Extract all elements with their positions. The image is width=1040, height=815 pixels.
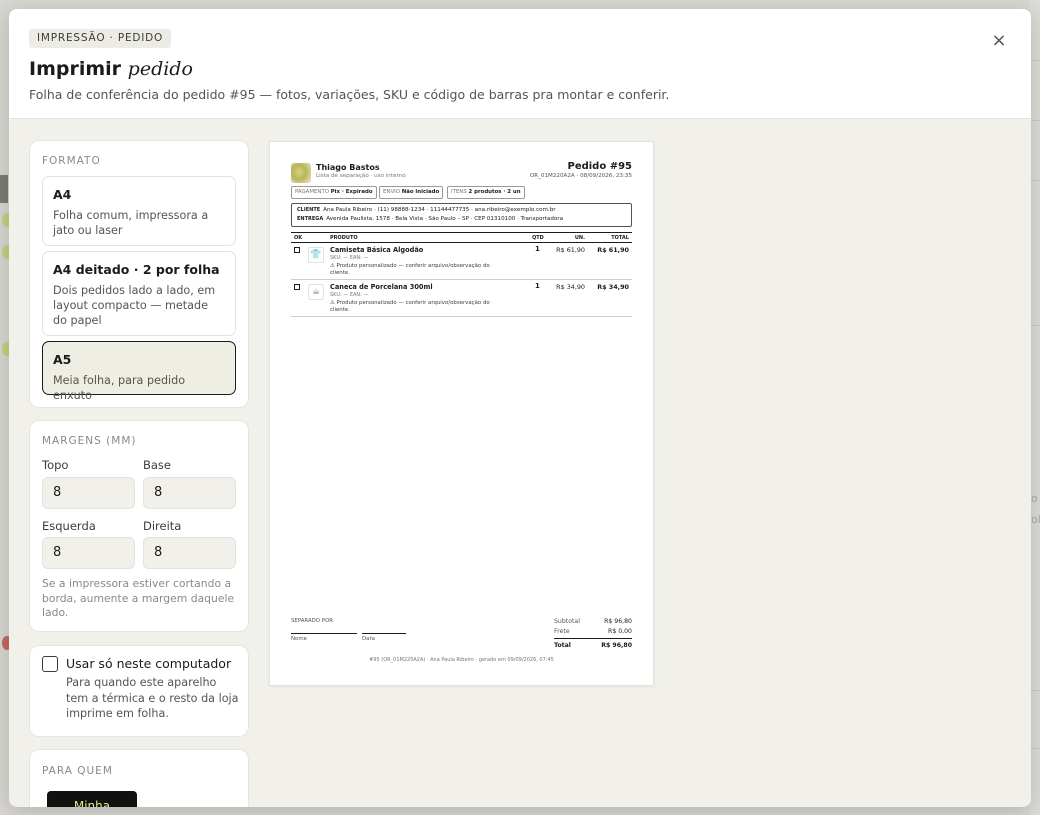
col-qty: QTD	[532, 234, 544, 241]
margin-right-label: Direita	[143, 519, 182, 533]
local-only-card: Usar só neste computador Para quando est…	[29, 645, 249, 737]
shipping-label: Frete	[554, 628, 570, 635]
col-unit: UN.	[574, 234, 585, 241]
local-only-label[interactable]: Usar só neste computador	[66, 656, 231, 671]
item-name: Caneca de Porcelana 300ml	[330, 283, 433, 291]
audience-option-mine[interactable]: Minha	[47, 791, 137, 807]
margins-hint: Se a impressora estiver cortando a borda…	[42, 577, 235, 619]
order-subtitle: OR_01M220A2A · 08/09/2026, 23:35	[529, 173, 632, 179]
modal-header: IMPRESSÃO · PEDIDO Imprimir pedido Folha…	[9, 9, 1031, 119]
tag-value: Não iniciado	[401, 189, 440, 195]
audience-card: PARA QUEM Minha	[29, 749, 249, 807]
item-total: R$ 34,90	[597, 283, 629, 291]
item-note: ⚠ Produto personalizado — conferir arqui…	[330, 300, 490, 313]
delivery-value: Avenida Paulista, 1578 · Bela Vista · Sã…	[326, 216, 564, 222]
store-subtitle: Lista de separação · uso interno	[316, 173, 406, 179]
item-sku: SKU: — EAN: —	[330, 255, 369, 261]
local-only-desc: Para quando este aparelho tem a térmica …	[66, 676, 239, 720]
order-title: Pedido #95	[567, 161, 632, 172]
col-total: TOTAL	[611, 234, 629, 241]
margin-left-input[interactable]: 8	[42, 537, 135, 569]
item-unit-price: R$ 34,90	[556, 283, 585, 291]
margin-bottom-label: Base	[143, 458, 172, 472]
format-option-title: A4	[53, 187, 72, 202]
tag-value: 2 produtos · 2 un	[468, 189, 521, 195]
subtotal-value: R$ 96,80	[604, 618, 632, 625]
total-divider	[554, 638, 632, 639]
margins-label: MARGENS (MM)	[42, 435, 137, 447]
item-unit-price: R$ 61,90	[556, 246, 585, 254]
tshirt-icon: 👕	[308, 247, 324, 263]
item-total: R$ 61,90	[597, 246, 629, 254]
title-main: Imprimir	[29, 58, 122, 80]
item-note: ⚠ Produto personalizado — conferir arqui…	[330, 263, 490, 276]
table-row: 👕 Camiseta Básica Algodão SKU: — EAN: — …	[291, 243, 632, 280]
store-logo	[291, 163, 311, 183]
shipping-tag: ENVIO Não iniciado	[379, 186, 444, 199]
margin-left-label: Esquerda	[42, 519, 96, 533]
items-table-header: OK PRODUTO QTD UN. TOTAL	[291, 232, 632, 243]
store-name: Thiago Bastos	[316, 163, 380, 172]
customer-label: CLIENTE	[297, 207, 321, 213]
format-option-a4[interactable]: A4 Folha comum, impressora a jato ou las…	[42, 176, 236, 246]
print-order-modal: IMPRESSÃO · PEDIDO Imprimir pedido Folha…	[9, 9, 1031, 807]
format-option-title: A4 deitado · 2 por folha	[53, 262, 220, 277]
item-qty: 1	[535, 282, 540, 290]
margin-right-input[interactable]: 8	[143, 537, 236, 569]
items-tag: ITENS 2 produtos · 2 un	[447, 186, 525, 199]
signature-line	[291, 633, 357, 634]
delivery-row: ENTREGA Avenida Paulista, 1578 · Bela Vis…	[297, 216, 563, 222]
close-icon[interactable]: ×	[989, 31, 1009, 51]
margin-top-label: Topo	[42, 458, 69, 472]
payment-tag: PAGAMENTO Pix · Expirado	[291, 186, 377, 199]
sheet-footer: #95 (OR_01M220A2A) · Ana Paula Ribeiro ·…	[369, 657, 554, 663]
signature-line	[362, 633, 406, 634]
local-only-checkbox[interactable]	[42, 656, 58, 672]
item-sku: SKU: — EAN: —	[330, 292, 369, 298]
signature-name-label: Nome	[291, 636, 307, 642]
item-check-box	[294, 247, 300, 253]
format-option-title: A5	[53, 352, 72, 367]
tag-label: ITENS	[451, 189, 467, 195]
audience-label: PARA QUEM	[42, 765, 113, 777]
modal-title: Imprimir pedido	[29, 58, 193, 80]
modal-subtitle: Folha de conferência do pedido #95 — fot…	[29, 87, 670, 102]
delivery-label: ENTREGA	[297, 216, 324, 222]
customer-row: CLIENTE Ana Paula Ribeiro · (11) 98888-12…	[297, 207, 556, 213]
title-emphasis: pedido	[127, 58, 193, 80]
tag-label: PAGAMENTO	[295, 189, 329, 195]
separated-by-label: SEPARADO POR	[291, 618, 333, 624]
format-option-desc: Folha comum, impressora a jato ou laser	[53, 209, 209, 237]
subtotal-label: Subtotal	[554, 618, 580, 625]
format-option-desc: Meia folha, para pedido enxuto	[53, 374, 186, 402]
format-label: FORMATO	[42, 155, 101, 167]
eyebrow-badge: IMPRESSÃO · PEDIDO	[29, 29, 172, 48]
mug-icon: ☕	[308, 284, 324, 300]
item-check-box	[294, 284, 300, 290]
item-name: Camiseta Básica Algodão	[330, 246, 424, 254]
total-label: Total	[554, 642, 571, 649]
format-card: FORMATO A4 Folha comum, impressora a jat…	[29, 140, 249, 408]
total-value: R$ 96,80	[601, 642, 632, 649]
shipping-value: R$ 0,00	[608, 628, 632, 635]
margin-bottom-input[interactable]: 8	[143, 477, 236, 509]
format-option-a5[interactable]: A5 Meia folha, para pedido enxuto	[42, 341, 236, 402]
customer-box: CLIENTE Ana Paula Ribeiro · (11) 98888-12…	[291, 203, 632, 227]
table-row: ☕ Caneca de Porcelana 300ml SKU: — EAN: …	[291, 280, 632, 317]
signature-date-label: Data	[362, 636, 375, 642]
tag-value: Pix · Expirado	[330, 189, 373, 195]
customer-value: Ana Paula Ribeiro · (11) 98888-1234 · 11…	[323, 207, 556, 213]
tag-label: ENVIO	[383, 189, 400, 195]
margin-top-input[interactable]: 8	[42, 477, 135, 509]
margins-card: MARGENS (MM) Topo Base 8 8 Esquerda Dire…	[29, 420, 249, 632]
format-option-desc: Dois pedidos lado a lado, em layout comp…	[53, 284, 216, 327]
print-preview-sheet: Thiago Bastos Lista de separação · uso i…	[269, 141, 654, 686]
format-option-a4-landscape[interactable]: A4 deitado · 2 por folha Dois pedidos la…	[42, 251, 236, 336]
col-ok: OK	[294, 234, 303, 241]
item-qty: 1	[535, 245, 540, 253]
col-product: PRODUTO	[330, 234, 358, 241]
